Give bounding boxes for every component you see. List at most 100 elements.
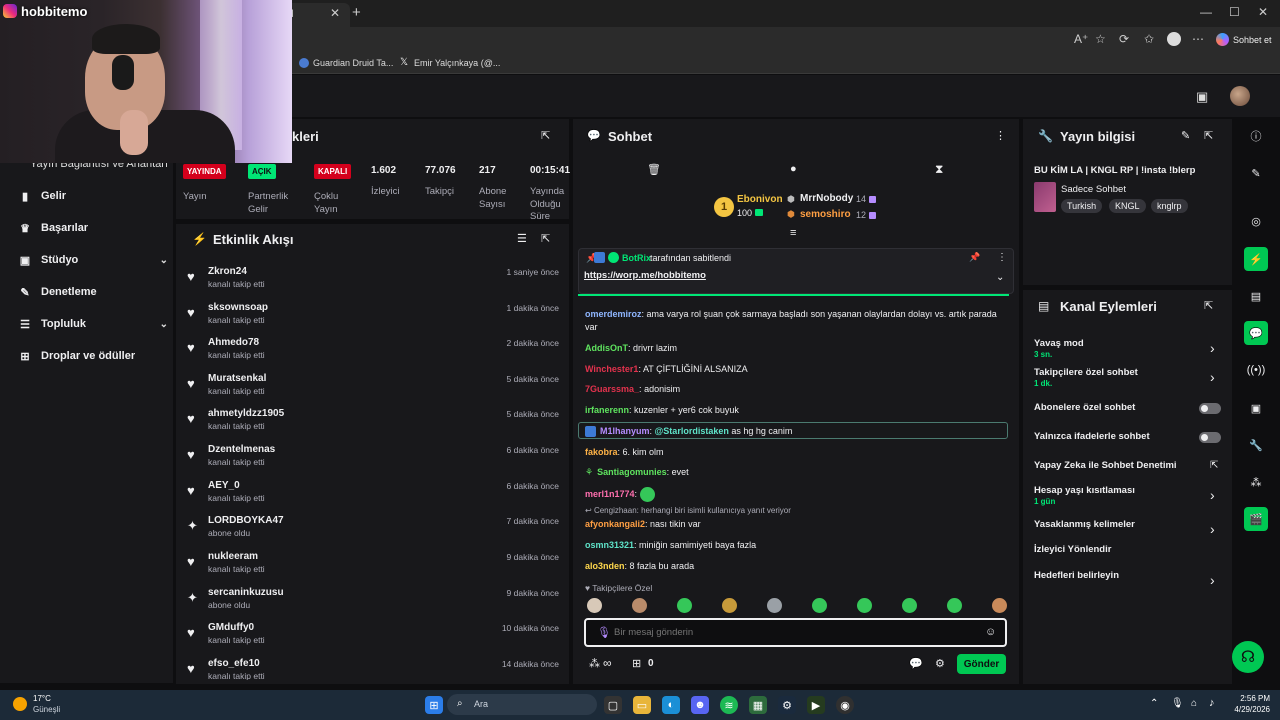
feed-item[interactable]: ♥ AEY_0 kanalı takip etti 6 dakika önce xyxy=(187,480,559,514)
chat-username[interactable]: AddisOnT xyxy=(585,343,628,353)
edge-icon[interactable]: ◐ xyxy=(662,696,680,714)
volume-icon[interactable]: ♪ xyxy=(1209,697,1215,709)
feed-user-name[interactable]: Ahmedo78 xyxy=(208,337,259,348)
broadcast-icon[interactable]: ((•)) xyxy=(1244,358,1268,382)
weather-temp[interactable]: 17°C xyxy=(33,694,51,703)
chat-tool-icon[interactable]: 💬 xyxy=(1244,321,1268,345)
chat-message[interactable]: irfanerenn: kuzenler + yer6 cok buyuk xyxy=(585,404,1005,417)
layout-icon[interactable]: ▣ xyxy=(1244,396,1268,420)
chat-username[interactable]: fakobra xyxy=(585,447,618,457)
feed-item[interactable]: ♥ sksownsoap kanalı takip etti 1 dakika önc… xyxy=(187,302,559,336)
read-aloud-icon[interactable]: A⁺ xyxy=(1074,32,1088,46)
feed-item[interactable]: ♥ efso_efe10 kanalı takip etti 14 dakika ön… xyxy=(187,658,559,680)
sidebar-item-basarilar[interactable]: ♛ Başarılar xyxy=(18,218,168,238)
emote-icon[interactable] xyxy=(902,598,917,613)
tag-turkish[interactable]: Turkish xyxy=(1061,199,1103,213)
emote-icon[interactable] xyxy=(722,598,737,613)
help-button[interactable]: ☊ xyxy=(1232,641,1264,673)
external-link-icon[interactable]: ⇱ xyxy=(1210,460,1218,471)
minimize-button[interactable]: — xyxy=(1200,5,1212,19)
chat-username[interactable]: merl1n1774 xyxy=(585,489,635,499)
chat-message[interactable]: 7Guarssma_: adonisim xyxy=(585,383,1005,396)
feed-user-name[interactable]: sksownsoap xyxy=(208,302,268,313)
chat-username[interactable]: alo3nden xyxy=(585,561,625,571)
app-icon[interactable]: ▦ xyxy=(749,696,767,714)
chat-message[interactable]: merl1n1774: xyxy=(585,487,1005,502)
toggle-switch[interactable] xyxy=(1199,403,1221,414)
task-view-icon[interactable]: ▢ xyxy=(604,696,622,714)
user-avatar[interactable] xyxy=(1230,86,1250,106)
refresh-extension-icon[interactable]: ⟳ xyxy=(1119,32,1129,46)
leaderboard-first-name[interactable]: Ebonivon xyxy=(737,194,783,205)
clapper-icon[interactable]: 🎬 xyxy=(1244,507,1268,531)
gift-box-icon[interactable]: ⊞ xyxy=(632,657,641,670)
copilot-icon[interactable] xyxy=(1216,33,1229,46)
channel-action-label[interactable]: Abonelere özel sohbet xyxy=(1034,402,1135,413)
tab-close-icon[interactable]: ✕ xyxy=(330,6,340,20)
bookmark-emir[interactable]: Emir Yalçınkaya (@... xyxy=(414,58,500,68)
popout-icon[interactable]: ⇱ xyxy=(1204,299,1213,312)
more-options-icon[interactable]: ⋮ xyxy=(997,252,1007,263)
feed-item[interactable]: ✦ sercaninkuzusu abone oldu 9 dakika önce xyxy=(187,587,559,621)
chat-username[interactable]: irfanerenn xyxy=(585,405,629,415)
chevron-right-icon[interactable]: › xyxy=(1210,521,1215,537)
feed-user-name[interactable]: nukleeram xyxy=(208,551,258,562)
chevron-down-icon[interactable]: ⌄ xyxy=(996,272,1004,283)
window-close-button[interactable]: ✕ xyxy=(1258,5,1268,19)
feed-user-name[interactable]: efso_efe10 xyxy=(208,658,260,669)
file-explorer-icon[interactable]: ▭ xyxy=(633,696,651,714)
chat-mention[interactable]: @Starlordistaken xyxy=(655,426,729,436)
chat-message[interactable]: M1lhanyum: @Starlordistaken as hg hg can… xyxy=(585,425,1005,438)
feed-user-name[interactable]: Muratsenkal xyxy=(208,373,266,384)
emote-icon[interactable] xyxy=(632,598,647,613)
camera-icon[interactable]: ▣ xyxy=(1196,89,1208,105)
points-tool-icon[interactable]: ⁂ xyxy=(1244,470,1268,494)
leaderboard-third-name[interactable]: semoshiro xyxy=(800,209,851,220)
more-menu-icon[interactable]: ⋯ xyxy=(1192,32,1204,46)
chat-username[interactable]: Santiagomunies xyxy=(597,467,667,477)
sidebar-item-studyo[interactable]: ▣ Stüdyo ⌄ xyxy=(18,250,168,270)
chat-username[interactable]: 7Guarssma_ xyxy=(585,384,639,394)
feed-item[interactable]: ♥ Muratsenkal kanalı takip etti 5 dakika ön… xyxy=(187,373,559,407)
copilot-chat-button[interactable]: Sohbet et xyxy=(1233,35,1272,45)
emote-icon[interactable] xyxy=(812,598,827,613)
feed-user-name[interactable]: AEY_0 xyxy=(208,480,240,491)
profile-icon[interactable] xyxy=(1167,32,1181,46)
mic-icon[interactable]: 🎙 xyxy=(597,626,611,639)
feed-item[interactable]: ✦ LORDBOYKA47 abone oldu 7 dakika önce xyxy=(187,515,559,549)
chat-settings-bubble-icon[interactable]: 💬 xyxy=(909,657,923,670)
steam-icon[interactable]: ⚙ xyxy=(778,696,796,714)
channel-action-label[interactable]: Hesap yaşı kısıtlaması xyxy=(1034,485,1135,496)
tag-knglrp[interactable]: knglrp xyxy=(1151,199,1188,213)
chat-username[interactable]: Winchester1 xyxy=(585,364,638,374)
feed-user-name[interactable]: Dzentelmenas xyxy=(208,444,275,455)
feed-user-name[interactable]: GMduffy0 xyxy=(208,622,254,633)
toggle-switch[interactable] xyxy=(1199,432,1221,443)
chat-message[interactable]: AddisOnT: drivrr lazim xyxy=(585,342,1005,355)
popout-icon[interactable]: ⇱ xyxy=(541,232,550,245)
sidebar-item-topluluk[interactable]: ☰ Topluluk ⌄ xyxy=(18,314,168,334)
channel-action-label[interactable]: Takipçilere özel sohbet xyxy=(1034,367,1138,378)
tag-kngl[interactable]: KNGL xyxy=(1109,199,1146,213)
feed-item[interactable]: ♥ nukleeram kanalı takip etti 9 dakika önce xyxy=(187,551,559,585)
feed-user-name[interactable]: sercaninkuzusu xyxy=(208,587,284,598)
chevron-right-icon[interactable]: › xyxy=(1210,340,1215,356)
popout-icon[interactable]: ⇱ xyxy=(541,129,550,142)
terminal-icon[interactable]: ▶ xyxy=(807,696,825,714)
leaderboard-second-name[interactable]: MrrNobody xyxy=(800,193,853,204)
chat-message[interactable]: omerdemiroz: ama varya rol şuan çok sarm… xyxy=(585,308,1005,334)
hourglass-icon[interactable]: ⧗ xyxy=(935,162,943,177)
favorite-icon[interactable]: ☆ xyxy=(1095,32,1106,46)
channel-action-label[interactable]: Yasaklanmış kelimeler xyxy=(1034,519,1135,530)
info-icon[interactable]: ⓘ xyxy=(1244,124,1268,148)
wrench-tool-icon[interactable]: 🔧 xyxy=(1244,433,1268,457)
emote-icon[interactable] xyxy=(992,598,1007,613)
channel-points-icon[interactable]: ⁂ xyxy=(589,657,600,670)
sidebar-item-denetleme[interactable]: ✎ Denetleme xyxy=(18,282,168,302)
mic-tray-icon[interactable]: 🎙 xyxy=(1171,698,1184,709)
windows-start-icon[interactable]: ⊞ xyxy=(425,696,443,714)
chat-username[interactable]: omerdemiroz xyxy=(585,309,642,319)
bookmark-guardian[interactable]: Guardian Druid Ta... xyxy=(313,58,393,68)
collections-icon[interactable]: ✩ xyxy=(1144,32,1154,46)
feed-item[interactable]: ♥ Zkron24 kanalı takip etti 1 saniye önce xyxy=(187,266,559,300)
